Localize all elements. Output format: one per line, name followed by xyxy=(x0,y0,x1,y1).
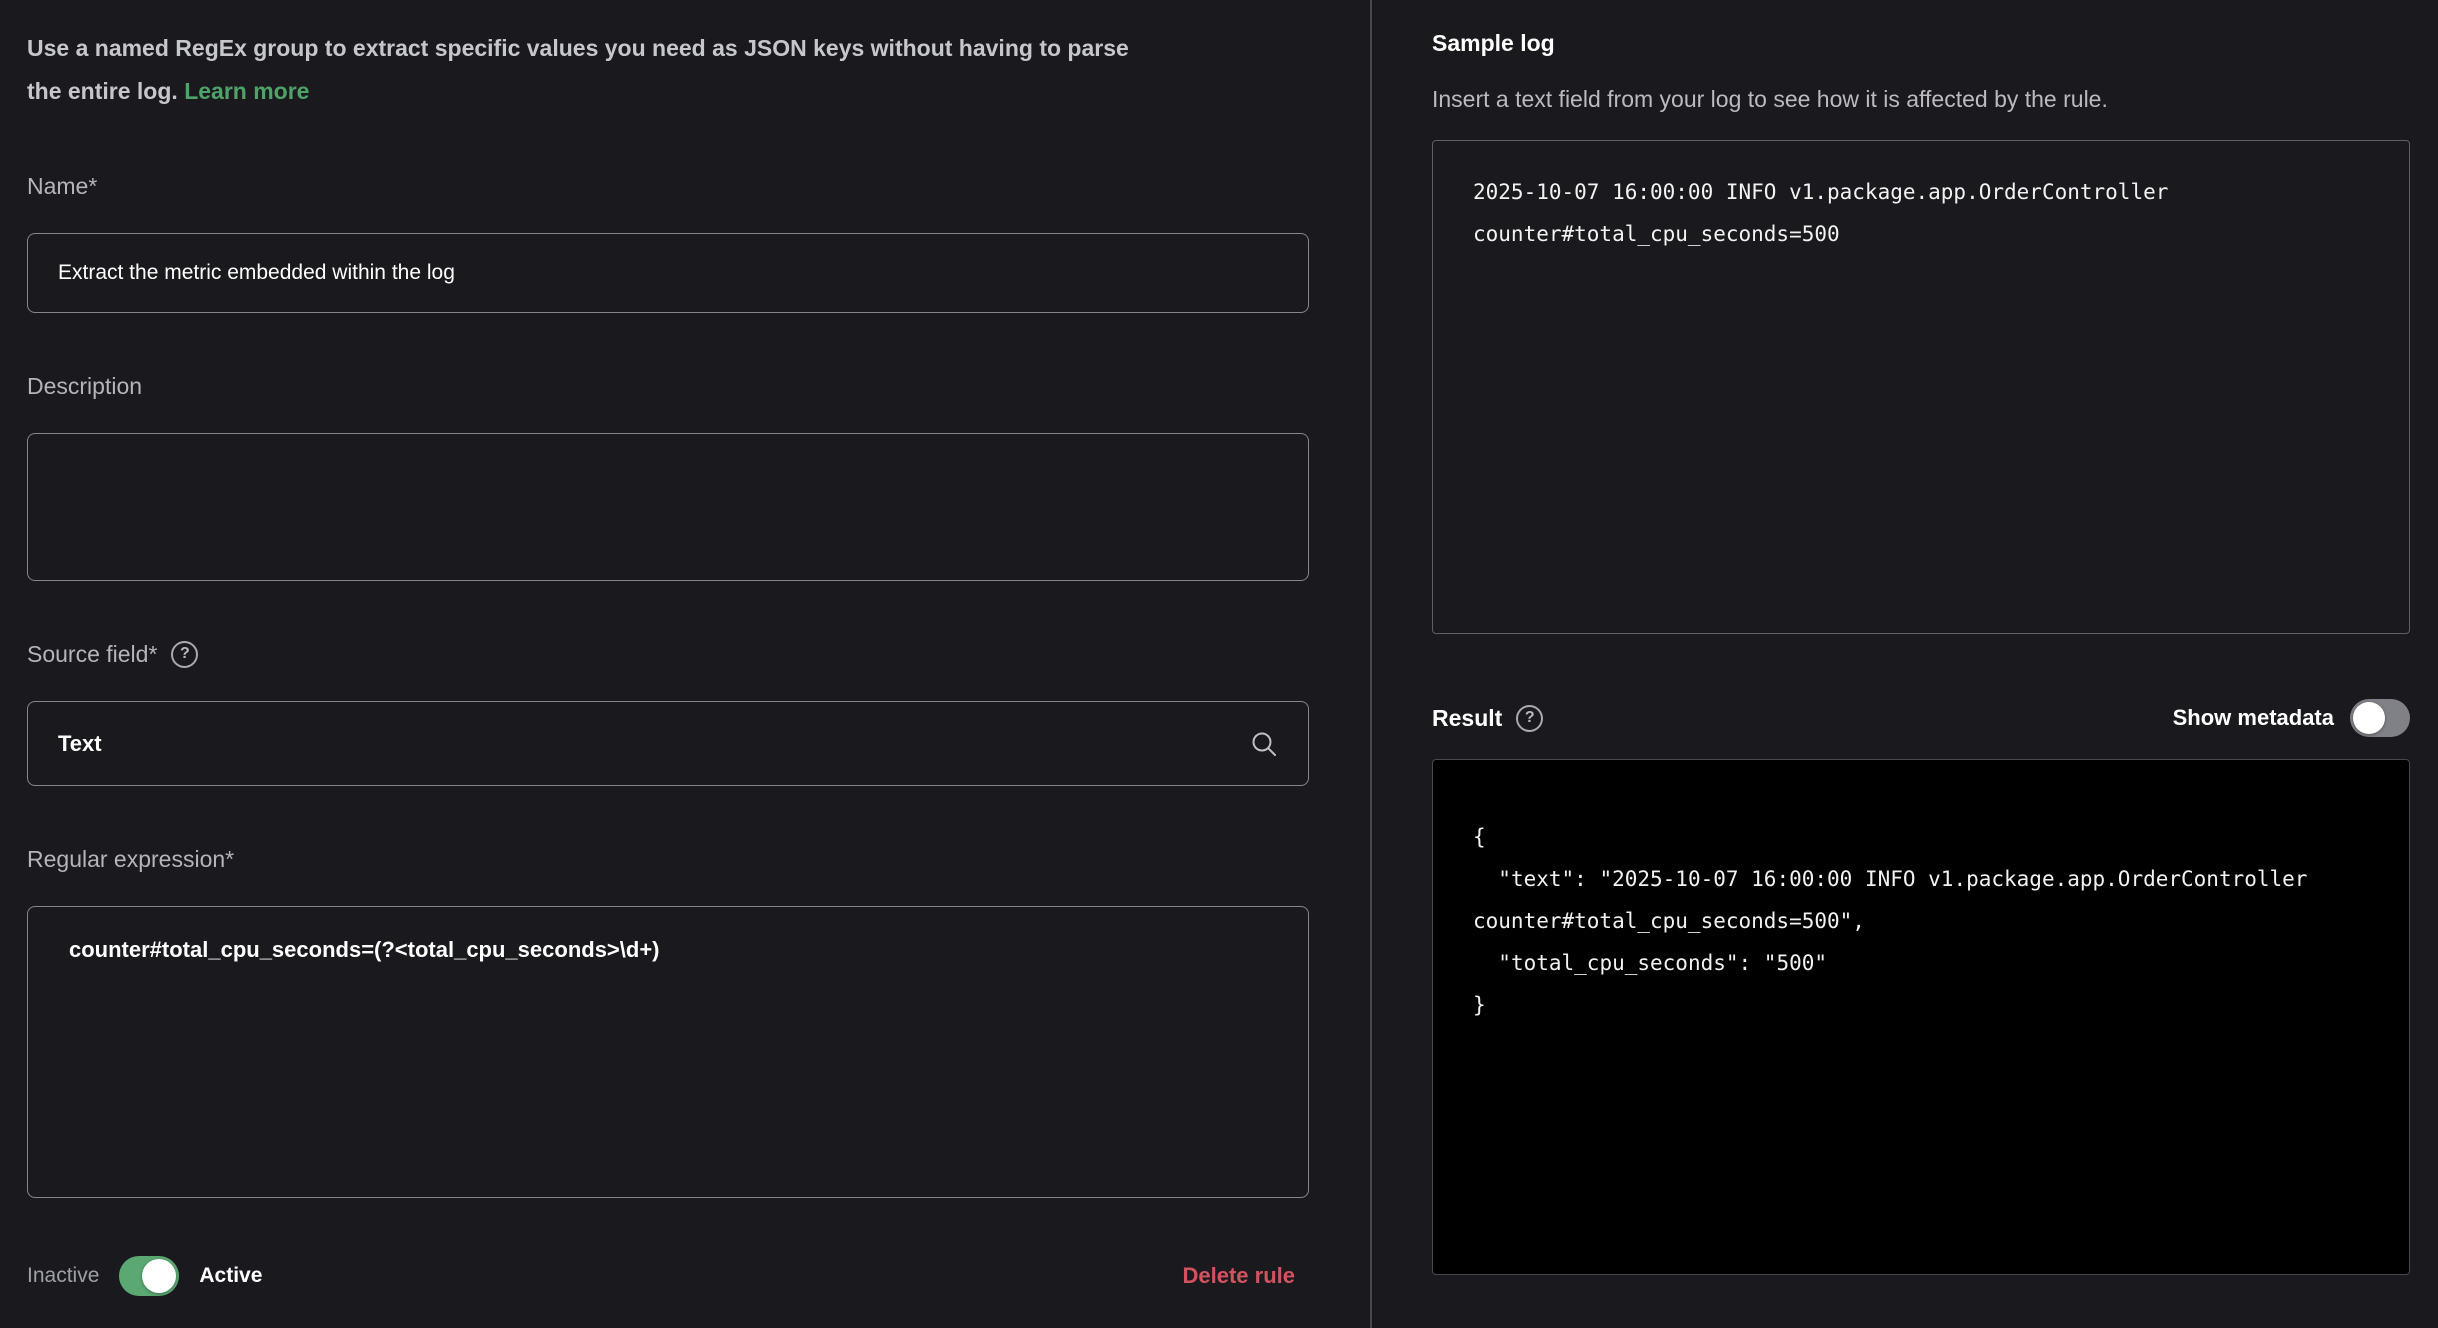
result-header-row: Result Show metadata xyxy=(1432,698,2410,738)
rule-form-panel: Use a named RegEx group to extract speci… xyxy=(0,0,1370,1328)
toggle-knob xyxy=(2353,702,2385,734)
intro-line-2-text: the entire log. xyxy=(27,78,178,104)
show-metadata-toggle[interactable] xyxy=(2350,699,2410,737)
name-input[interactable] xyxy=(27,233,1309,313)
description-label-text: Description xyxy=(27,371,142,401)
regex-rule-editor: Use a named RegEx group to extract speci… xyxy=(0,0,2438,1328)
toggle-knob xyxy=(142,1259,176,1293)
delete-rule-button[interactable]: Delete rule xyxy=(1183,1263,1296,1289)
rule-footer: Inactive Active Delete rule xyxy=(27,1254,1309,1298)
preview-panel: Sample log Insert a text field from your… xyxy=(1370,0,2438,1328)
help-icon[interactable] xyxy=(1516,705,1543,732)
description-label: Description xyxy=(27,371,1309,401)
help-icon[interactable] xyxy=(171,641,198,668)
regex-input[interactable]: counter#total_cpu_seconds=(?<total_cpu_s… xyxy=(27,906,1309,1198)
source-field-value: Text xyxy=(58,731,102,757)
name-label-text: Name* xyxy=(27,171,97,201)
sample-log-title: Sample log xyxy=(1432,27,2410,59)
intro-line-2: the entire log. Learn more xyxy=(27,70,1309,113)
active-label: Active xyxy=(199,1264,262,1288)
result-title-group: Result xyxy=(1432,702,1543,734)
result-json-text: { "text": "2025-10-07 16:00:00 INFO v1.p… xyxy=(1473,816,2369,1026)
search-icon xyxy=(1250,730,1278,758)
sample-log-subtitle: Insert a text field from your log to see… xyxy=(1432,83,2410,115)
rule-intro-text: Use a named RegEx group to extract speci… xyxy=(27,27,1309,113)
sample-log-input[interactable]: 2025-10-07 16:00:00 INFO v1.package.app.… xyxy=(1432,140,2410,634)
source-field-label-row: Source field* xyxy=(27,639,1309,669)
name-label: Name* xyxy=(27,171,1309,201)
source-field-label-text: Source field* xyxy=(27,639,157,669)
learn-more-link[interactable]: Learn more xyxy=(184,78,309,104)
sample-log-text: 2025-10-07 16:00:00 INFO v1.package.app.… xyxy=(1473,171,2369,255)
regex-label: Regular expression* xyxy=(27,844,1309,874)
active-toggle[interactable] xyxy=(119,1256,179,1296)
description-input[interactable] xyxy=(27,433,1309,581)
source-field-select[interactable]: Text xyxy=(27,701,1309,786)
active-toggle-group: Inactive Active xyxy=(27,1256,262,1296)
show-metadata-group: Show metadata xyxy=(2173,699,2410,737)
intro-line-1-text: Use a named RegEx group to extract speci… xyxy=(27,35,1129,61)
regex-label-text: Regular expression* xyxy=(27,844,234,874)
intro-line-1: Use a named RegEx group to extract speci… xyxy=(27,27,1309,70)
result-title: Result xyxy=(1432,702,1502,734)
result-output: { "text": "2025-10-07 16:00:00 INFO v1.p… xyxy=(1432,759,2410,1275)
inactive-label: Inactive xyxy=(27,1264,99,1288)
show-metadata-label: Show metadata xyxy=(2173,705,2334,731)
